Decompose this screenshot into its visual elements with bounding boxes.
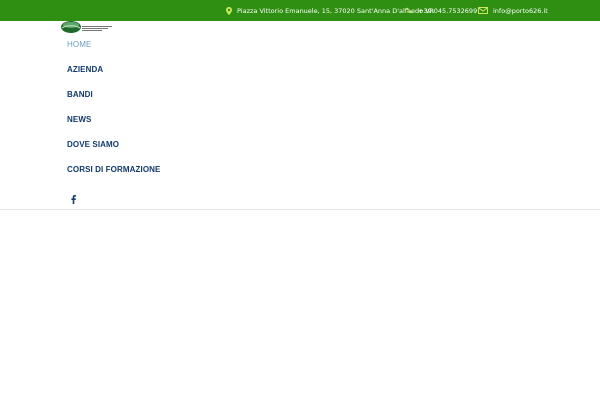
nav-link-dove-siamo[interactable]: DOVE SIAMO xyxy=(67,140,119,149)
address-text: Piazza Vittorio Emanuele, 15, 37020 Sant… xyxy=(237,6,435,15)
email-text[interactable]: info@porto626.it xyxy=(493,7,548,15)
nav-link-bandi[interactable]: BANDI xyxy=(67,90,93,99)
phone-icon xyxy=(406,7,413,14)
nav-link-home[interactable]: HOME xyxy=(67,40,91,49)
nav-link-news[interactable]: NEWS xyxy=(67,115,91,124)
map-pin-icon xyxy=(226,6,232,15)
email-contact[interactable]: info@porto626.it xyxy=(478,0,548,21)
facebook-icon xyxy=(70,194,76,204)
nav-item-home[interactable]: HOME xyxy=(67,32,160,57)
nav-link-corsi-di-formazione[interactable]: CORSI DI FORMAZIONE xyxy=(67,165,160,174)
logo-tagline xyxy=(82,25,112,31)
main-navigation: HOME AZIENDA BANDI NEWS DOVE SIAMO CORSI… xyxy=(67,32,160,182)
nav-item-bandi[interactable]: BANDI xyxy=(67,82,160,107)
facebook-link[interactable] xyxy=(68,194,78,204)
address-contact: Piazza Vittorio Emanuele, 15, 37020 Sant… xyxy=(226,0,434,21)
nav-link-azienda[interactable]: AZIENDA xyxy=(67,65,103,74)
nav-item-news[interactable]: NEWS xyxy=(67,107,160,132)
envelope-icon xyxy=(478,7,488,14)
nav-item-azienda[interactable]: AZIENDA xyxy=(67,57,160,82)
phone-text[interactable]: +39.045.7532699 xyxy=(418,7,477,15)
phone-contact[interactable]: +39.045.7532699 xyxy=(406,0,477,21)
nav-item-dove-siamo[interactable]: DOVE SIAMO xyxy=(67,132,160,157)
header-divider xyxy=(0,209,600,210)
nav-item-corsi-di-formazione[interactable]: CORSI DI FORMAZIONE xyxy=(67,157,160,182)
